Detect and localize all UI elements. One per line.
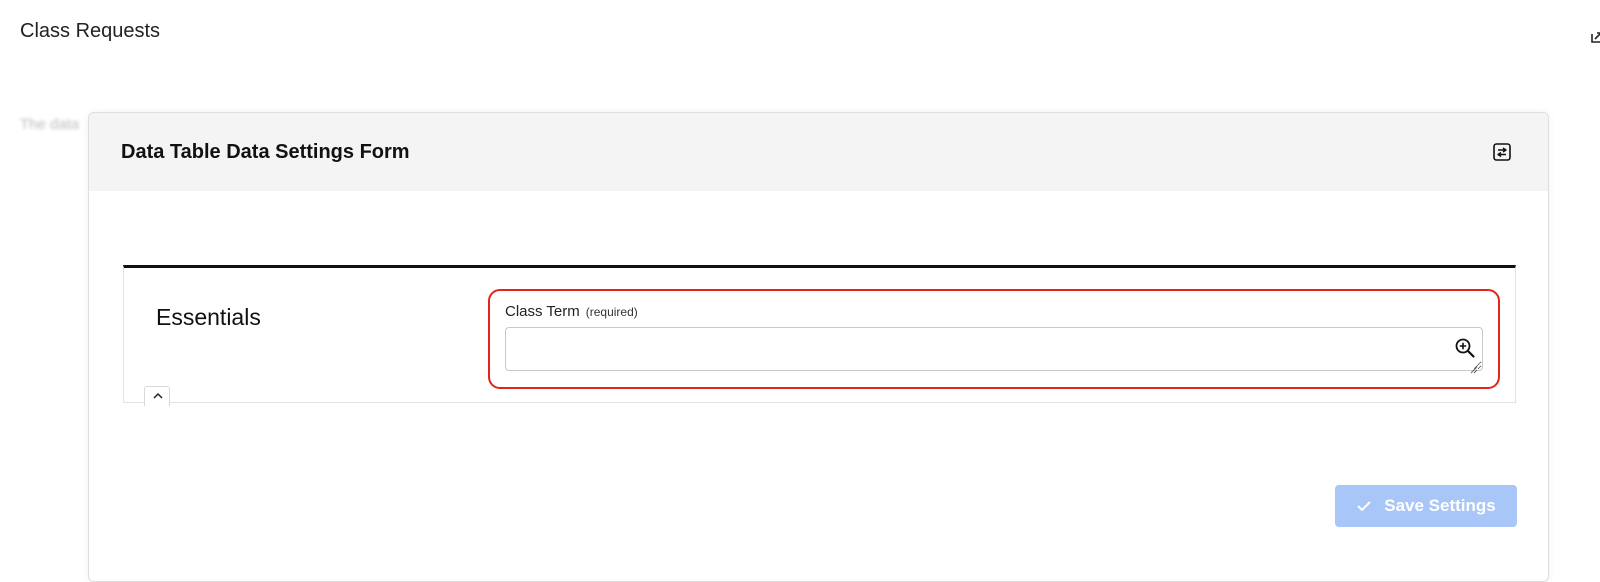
class-term-label-text: Class Term	[505, 303, 580, 320]
section-collapse-button[interactable]	[144, 386, 170, 406]
save-settings-button[interactable]: Save Settings	[1335, 485, 1517, 527]
settings-sliders-icon[interactable]	[1492, 142, 1512, 162]
page-title: Class Requests	[20, 20, 161, 42]
class-term-field-highlight: Class Term (required)	[488, 289, 1500, 389]
class-term-input[interactable]	[505, 327, 1483, 371]
essentials-section: Essentials Class Term (required)	[123, 265, 1516, 406]
settings-modal: Data Table Data Settings Form Essentials…	[88, 112, 1549, 582]
modal-header: Data Table Data Settings Form	[89, 113, 1548, 191]
class-term-label: Class Term (required)	[505, 303, 638, 320]
chevron-up-icon	[153, 392, 163, 399]
modal-title: Data Table Data Settings Form	[121, 141, 410, 163]
external-link-icon[interactable]	[1590, 28, 1600, 44]
save-settings-label: Save Settings	[1384, 496, 1496, 515]
resize-grip-icon[interactable]	[1469, 361, 1478, 374]
background-description: The data	[20, 116, 80, 133]
required-indicator: (required)	[585, 305, 638, 319]
zoom-in-icon[interactable]	[1454, 337, 1476, 359]
check-icon	[1357, 501, 1371, 512]
section-title: Essentials	[156, 304, 261, 330]
